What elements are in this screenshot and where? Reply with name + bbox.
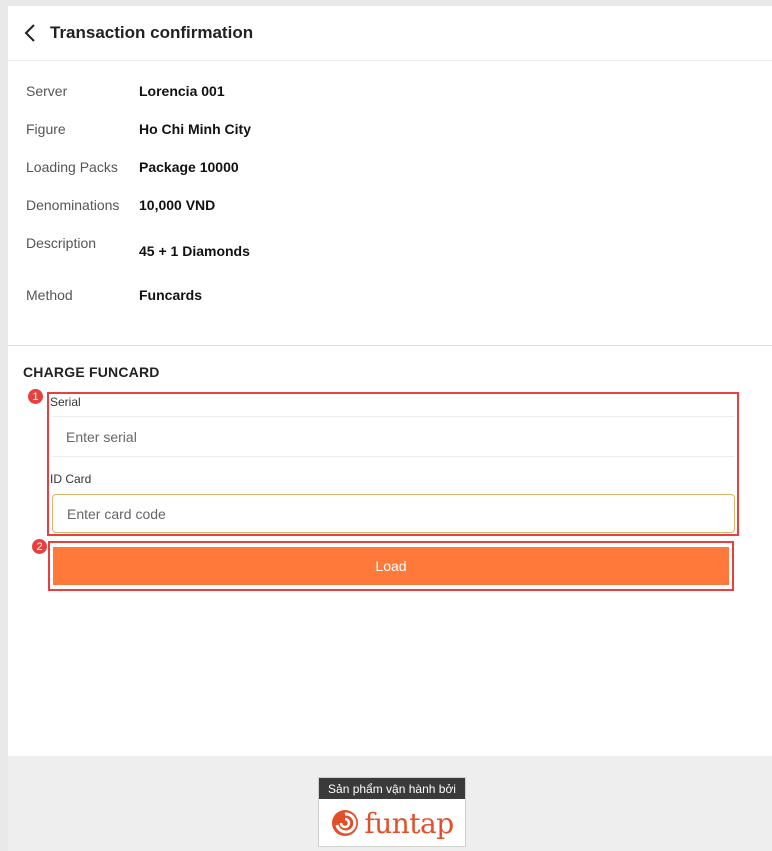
detail-row-description: Description 45 + 1 Diamonds — [8, 235, 772, 259]
funtap-swirl-logo-icon — [332, 810, 359, 836]
transaction-page: Transaction confirmation Server Lorencia… — [8, 5, 772, 851]
transaction-details: Server Lorencia 001 Figure Ho Chi Minh C… — [8, 61, 772, 346]
detail-value: Ho Chi Minh City — [139, 121, 251, 137]
detail-value: 45 + 1 Diamonds — [139, 243, 250, 259]
funtap-logo: funtap — [319, 799, 465, 847]
detail-value: Lorencia 001 — [139, 83, 225, 99]
detail-label: Server — [26, 83, 68, 99]
detail-row-denominations: Denominations 10,000 VND — [8, 197, 772, 213]
back-button[interactable] — [10, 6, 50, 60]
card-fields-highlight: Serial ID Card — [47, 392, 739, 536]
serial-label: Serial — [50, 395, 81, 409]
brand-name: funtap — [364, 806, 454, 840]
detail-value: Funcards — [139, 287, 203, 303]
detail-label: Loading Packs — [26, 159, 118, 175]
detail-value: Package 10000 — [139, 159, 239, 175]
load-button-highlight: Load — [48, 541, 734, 591]
brand-caption: Sản phẩm vận hành bởi — [319, 778, 465, 799]
load-button[interactable]: Load — [53, 547, 729, 585]
page-title: Transaction confirmation — [50, 23, 254, 42]
charge-section-title: CHARGE FUNCARD — [23, 364, 160, 380]
detail-row-server: Server Lorencia 001 — [8, 83, 772, 99]
detail-row-method: Method Funcards — [8, 287, 772, 303]
card-code-input[interactable] — [52, 494, 735, 533]
page-header: Transaction confirmation — [8, 6, 772, 61]
detail-label: Denominations — [26, 197, 120, 213]
detail-row-loading-packs: Loading Packs Package 10000 — [8, 159, 772, 175]
card-code-label: ID Card — [50, 472, 92, 486]
footer: Sản phẩm vận hành bởi funtap — [8, 756, 772, 851]
detail-label: Description — [26, 235, 97, 251]
annotation-badge-2: 2 — [31, 538, 48, 555]
annotation-badge-1: 1 — [27, 388, 44, 405]
detail-label: Figure — [26, 121, 66, 137]
chevron-left-icon — [24, 24, 35, 42]
detail-row-figure: Figure Ho Chi Minh City — [8, 121, 772, 137]
funtap-brand-tag: Sản phẩm vận hành bởi funtap — [318, 777, 466, 847]
serial-input[interactable] — [52, 416, 734, 457]
detail-value: 10,000 VND — [139, 197, 216, 213]
detail-label: Method — [26, 287, 73, 303]
